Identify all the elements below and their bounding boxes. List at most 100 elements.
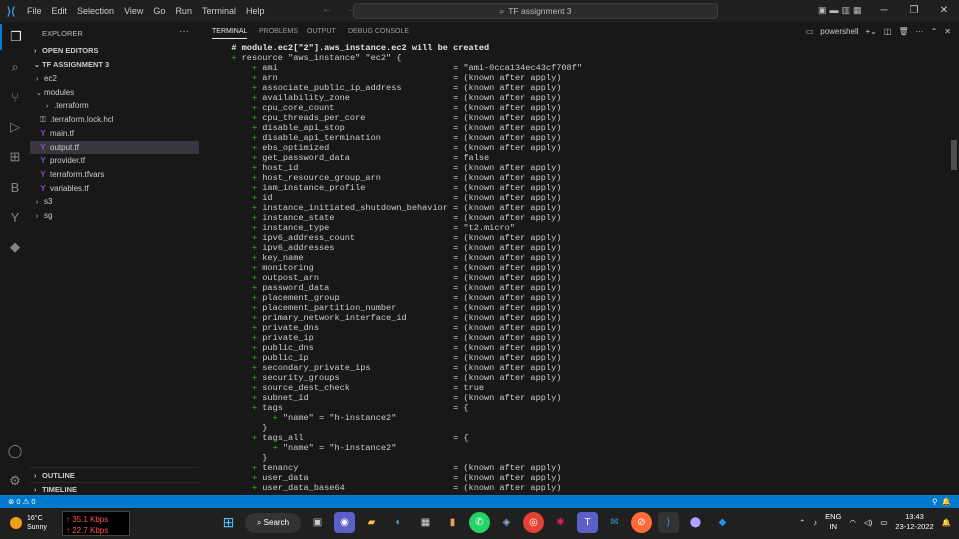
- taskbar-apps: ⊞ ⌕ Search ▣ ◉ ▰ ◐ ▦ ▮ ✆ ◈ ◎ ✱ T ✉ ⊘ ⟩ ⬤…: [218, 512, 733, 533]
- folder-item[interactable]: › sg: [30, 209, 199, 222]
- settings-icon[interactable]: ⚙: [0, 468, 30, 494]
- language-indicator[interactable]: ENG IN: [825, 512, 841, 532]
- task-view-icon[interactable]: ▣: [307, 512, 328, 533]
- trash-icon[interactable]: 🗑: [898, 27, 908, 36]
- menu-selection[interactable]: Selection: [77, 6, 114, 16]
- folder-item[interactable]: › .terraform: [30, 99, 199, 112]
- line-text: iam_instance_profile = (known after appl…: [262, 183, 562, 193]
- status-right-icons[interactable]: ⚲ 🔔: [932, 497, 951, 506]
- source-control-icon[interactable]: ⑂: [0, 84, 30, 110]
- menu-help[interactable]: Help: [246, 6, 265, 16]
- run-debug-icon[interactable]: ▷: [0, 114, 30, 140]
- tab-output[interactable]: OUTPUT: [307, 28, 336, 35]
- slack-icon[interactable]: ✱: [550, 512, 571, 533]
- project-section[interactable]: ⌄ TF ASSIGNMENT 3: [30, 58, 199, 71]
- more-actions-icon[interactable]: ···: [179, 26, 189, 37]
- menu-view[interactable]: View: [124, 6, 143, 16]
- outline-section[interactable]: › OUTLINE: [30, 469, 199, 482]
- folder-item[interactable]: › s3: [30, 195, 199, 208]
- problems-count[interactable]: ⊗ 0 ⚠ 0: [8, 497, 36, 506]
- terminal-output[interactable]: # module.ec2["2"].aws_instance.ec2 will …: [221, 43, 951, 493]
- teams-icon[interactable]: T: [577, 512, 598, 533]
- account-icon[interactable]: ◯: [0, 438, 30, 464]
- line-prefix: +: [221, 463, 263, 473]
- folder-item[interactable]: › ec2: [30, 72, 199, 85]
- notes-icon[interactable]: ▮: [442, 512, 463, 533]
- extensions-icon[interactable]: ⊞: [0, 144, 30, 170]
- chevron-right-icon: ›: [34, 48, 37, 55]
- shell-name[interactable]: powershell: [820, 27, 858, 36]
- docker-icon[interactable]: ◆: [712, 512, 733, 533]
- open-editors-section[interactable]: › OPEN EDITORS: [30, 44, 199, 57]
- docker-icon[interactable]: ◆: [0, 234, 30, 260]
- restore-icon[interactable]: ❐: [899, 0, 929, 22]
- postman-icon[interactable]: ⊘: [631, 512, 652, 533]
- file-item[interactable]: ⚿ .terraform.lock.hcl: [30, 113, 199, 126]
- terminal-scrollbar[interactable]: [951, 140, 957, 170]
- file-item[interactable]: Yvariables.tf: [30, 182, 199, 195]
- line-prefix: +: [221, 73, 263, 83]
- github-icon[interactable]: ⬤: [685, 512, 706, 533]
- store-icon[interactable]: ▦: [415, 512, 436, 533]
- window-controls: ─ ❐ ✕: [869, 0, 959, 22]
- line-prefix: +: [221, 163, 263, 173]
- layout-icons[interactable]: ▣▬▥▦: [818, 5, 865, 16]
- wifi-icon[interactable]: ◠: [849, 518, 856, 527]
- line-prefix: [221, 453, 262, 463]
- terminal-panel: TERMINAL PROBLEMS OUTPUT DEBUG CONSOLE ▭…: [199, 22, 959, 495]
- tree-item-label: output.tf: [50, 142, 79, 152]
- close-panel-icon[interactable]: ✕: [944, 27, 951, 36]
- chrome-icon[interactable]: ◎: [523, 512, 544, 533]
- split-terminal-icon[interactable]: ◫: [884, 27, 892, 36]
- search-icon[interactable]: ⌕: [0, 54, 30, 80]
- windows-start-icon[interactable]: ⊞: [218, 512, 239, 533]
- line-prefix: +: [221, 253, 263, 263]
- menu-run[interactable]: Run: [175, 6, 192, 16]
- terminal-line: + arn = (known after apply): [221, 73, 951, 83]
- edge-icon[interactable]: ◐: [388, 512, 409, 533]
- taskbar: 16°C Sunny ↑ 35.1 Kbps ↑ 22.7 Kbps ⊞ ⌕ S…: [0, 508, 959, 539]
- chevron-up-icon[interactable]: ⌃: [931, 27, 938, 36]
- tree-item-label: variables.tf: [50, 183, 89, 193]
- tree-item-label: terraform.tfvars: [50, 169, 105, 179]
- file-explorer-icon[interactable]: ▰: [361, 512, 382, 533]
- taskbar-search[interactable]: ⌕ Search: [245, 512, 301, 533]
- clock[interactable]: 13:43 23-12-2022: [895, 512, 933, 532]
- command-center[interactable]: ⌕ TF assignment 3: [353, 3, 718, 19]
- notification-icon[interactable]: 🔔: [942, 518, 951, 527]
- line-prefix: +: [221, 153, 263, 163]
- git-graph-icon[interactable]: Y: [0, 204, 30, 230]
- b-extension-icon[interactable]: B: [0, 174, 30, 200]
- tab-debug-console[interactable]: DEBUG CONSOLE: [348, 28, 409, 35]
- chat-icon[interactable]: ◉: [334, 512, 355, 533]
- mail-icon[interactable]: ✉: [604, 512, 625, 533]
- menu-edit[interactable]: Edit: [52, 6, 68, 16]
- line-text: "name" = "h-instance2": [282, 443, 397, 453]
- menu-go[interactable]: Go: [153, 6, 165, 16]
- weather-widget[interactable]: 16°C Sunny: [10, 514, 47, 532]
- folder-item[interactable]: ⌄ modules: [30, 86, 199, 99]
- close-icon[interactable]: ✕: [929, 0, 959, 22]
- microphone-icon[interactable]: ♪: [813, 518, 817, 527]
- file-item[interactable]: Yprovider.tf: [30, 154, 199, 167]
- battery-icon[interactable]: ▭: [880, 518, 887, 527]
- app-icon[interactable]: ◈: [496, 512, 517, 533]
- menu-file[interactable]: File: [27, 6, 42, 16]
- file-item[interactable]: Yterraform.tfvars: [30, 168, 199, 181]
- line-text: disable_api_stop = (known after apply): [262, 123, 562, 133]
- terminal-line: + outpost_arn = (known after apply): [221, 273, 951, 283]
- whatsapp-icon[interactable]: ✆: [469, 512, 490, 533]
- chevron-up-icon[interactable]: ⌃: [799, 518, 805, 527]
- vscode-icon[interactable]: ⟩: [658, 512, 679, 533]
- file-item[interactable]: Youtput.tf: [30, 140, 199, 154]
- minimize-icon[interactable]: ─: [869, 0, 899, 22]
- new-terminal-icon[interactable]: +⌄: [866, 27, 877, 36]
- explorer-icon[interactable]: ❐: [0, 24, 30, 50]
- tab-problems[interactable]: PROBLEMS: [259, 28, 298, 35]
- terminal-line: + instance_type = "t2.micro": [221, 223, 951, 233]
- menu-terminal[interactable]: Terminal: [202, 6, 236, 16]
- more-icon[interactable]: ···: [916, 27, 924, 36]
- volume-icon[interactable]: ◁): [864, 518, 872, 527]
- tab-terminal[interactable]: TERMINAL: [212, 28, 248, 39]
- file-item[interactable]: Ymain.tf: [30, 127, 199, 140]
